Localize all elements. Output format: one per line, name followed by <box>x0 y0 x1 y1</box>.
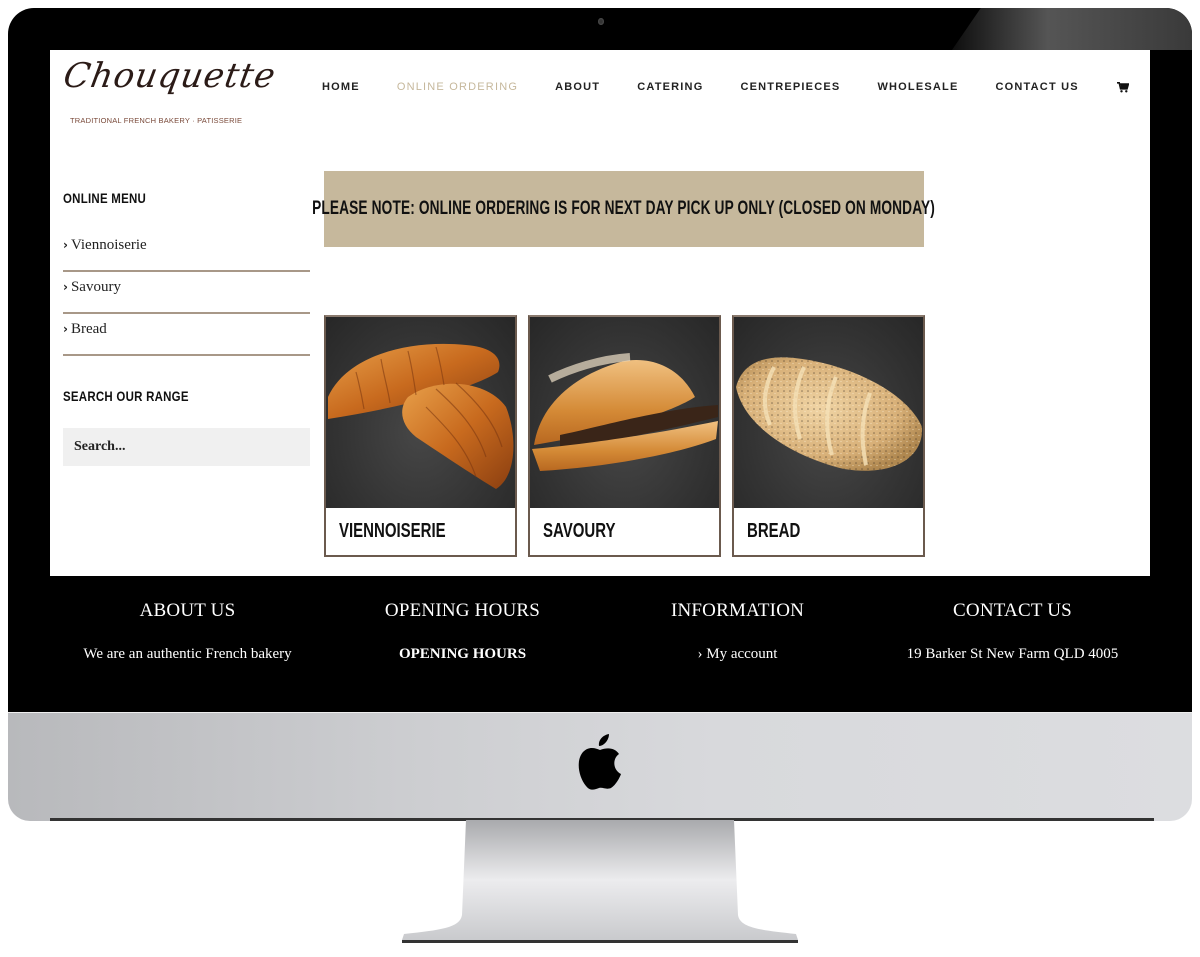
category-label: BREAD <box>734 508 923 555</box>
main-nav: HOME ONLINE ORDERING ABOUT CATERING CENT… <box>322 80 1150 94</box>
search-range-heading: SEARCH OUR RANGE <box>63 388 189 404</box>
footer-contact: CONTACT US 19 Barker St New Farm QLD 400… <box>875 576 1150 663</box>
menu-item-label: Viennoiserie <box>70 237 147 253</box>
cart-icon[interactable] <box>1116 80 1130 94</box>
category-grid: VIENNOISERIE SAVOURY BREAD <box>324 315 936 557</box>
chevron-right-icon: › <box>63 322 68 336</box>
site-footer: ABOUT US We are an authentic French bake… <box>50 576 1150 672</box>
bezel-glare <box>952 8 1192 50</box>
menu-item-label: Savoury <box>70 279 121 295</box>
search-input[interactable] <box>63 428 310 466</box>
footer-information: INFORMATION › My account <box>600 576 875 663</box>
chevron-right-icon: › <box>63 280 68 294</box>
footer-text: We are an authentic French bakery <box>83 646 292 662</box>
menu-item-savoury[interactable]: › Savoury <box>63 274 310 314</box>
notice-text: PLEASE NOTE: ONLINE ORDERING IS FOR NEXT… <box>312 198 936 219</box>
online-menu-heading: ONLINE MENU <box>63 190 147 206</box>
menu-item-viennoiserie[interactable]: › Viennoiserie <box>63 232 310 272</box>
brand-logo[interactable]: Chouquette TRADITIONAL FRENCH BAKERY · P… <box>60 54 279 126</box>
category-label: SAVOURY <box>530 508 719 555</box>
nav-online-ordering[interactable]: ONLINE ORDERING <box>397 81 518 93</box>
nav-about[interactable]: ABOUT <box>555 81 600 93</box>
category-label: VIENNOISERIE <box>326 508 515 555</box>
brand-tagline: TRADITIONAL FRENCH BAKERY · PATISSERIE <box>70 116 243 125</box>
nav-centrepieces[interactable]: CENTREPIECES <box>740 81 840 93</box>
brand-name: Chouquette <box>60 56 280 96</box>
chevron-right-icon: › <box>63 238 68 252</box>
category-title: SAVOURY <box>543 520 616 542</box>
sidebar: ONLINE MENU › Viennoiserie › Savoury › Brea… <box>63 190 310 466</box>
notice-banner: PLEASE NOTE: ONLINE ORDERING IS FOR NEXT… <box>313 171 935 247</box>
category-title: VIENNOISERIE <box>339 520 446 542</box>
footer-title: CONTACT US <box>953 600 1072 621</box>
footer-title: OPENING HOURS <box>384 600 541 621</box>
my-account-link[interactable]: › My account <box>600 646 875 663</box>
monitor-stand <box>402 820 798 943</box>
nav-home[interactable]: HOME <box>322 81 360 93</box>
nav-catering[interactable]: CATERING <box>637 81 703 93</box>
website-screen: Chouquette TRADITIONAL FRENCH BAKERY · P… <box>50 50 1150 672</box>
category-title: BREAD <box>747 520 801 542</box>
camera-icon <box>598 18 604 25</box>
footer-about: ABOUT US We are an authentic French bake… <box>50 576 325 663</box>
nav-contact-us[interactable]: CONTACT US <box>996 81 1079 93</box>
seeded-loaf-image <box>734 317 923 508</box>
savoury-croissant-image <box>530 317 719 508</box>
apple-logo-icon <box>578 734 621 790</box>
category-card-viennoiserie[interactable]: VIENNOISERIE <box>324 315 517 557</box>
footer-title: INFORMATION <box>670 600 805 621</box>
menu-item-label: Bread <box>70 321 107 337</box>
footer-opening-hours: OPENING HOURS OPENING HOURS <box>325 576 600 663</box>
footer-address: 19 Barker St New Farm QLD 4005 <box>906 646 1119 662</box>
menu-item-bread[interactable]: › Bread <box>63 316 310 356</box>
croissants-image <box>326 317 515 508</box>
footer-text: OPENING HOURS <box>398 646 527 662</box>
footer-title: ABOUT US <box>139 600 236 621</box>
nav-wholesale[interactable]: WHOLESALE <box>877 81 958 93</box>
category-card-savoury[interactable]: SAVOURY <box>528 315 721 557</box>
online-menu-list: › Viennoiserie › Savoury › Bread <box>63 232 310 356</box>
category-card-bread[interactable]: BREAD <box>732 315 925 557</box>
